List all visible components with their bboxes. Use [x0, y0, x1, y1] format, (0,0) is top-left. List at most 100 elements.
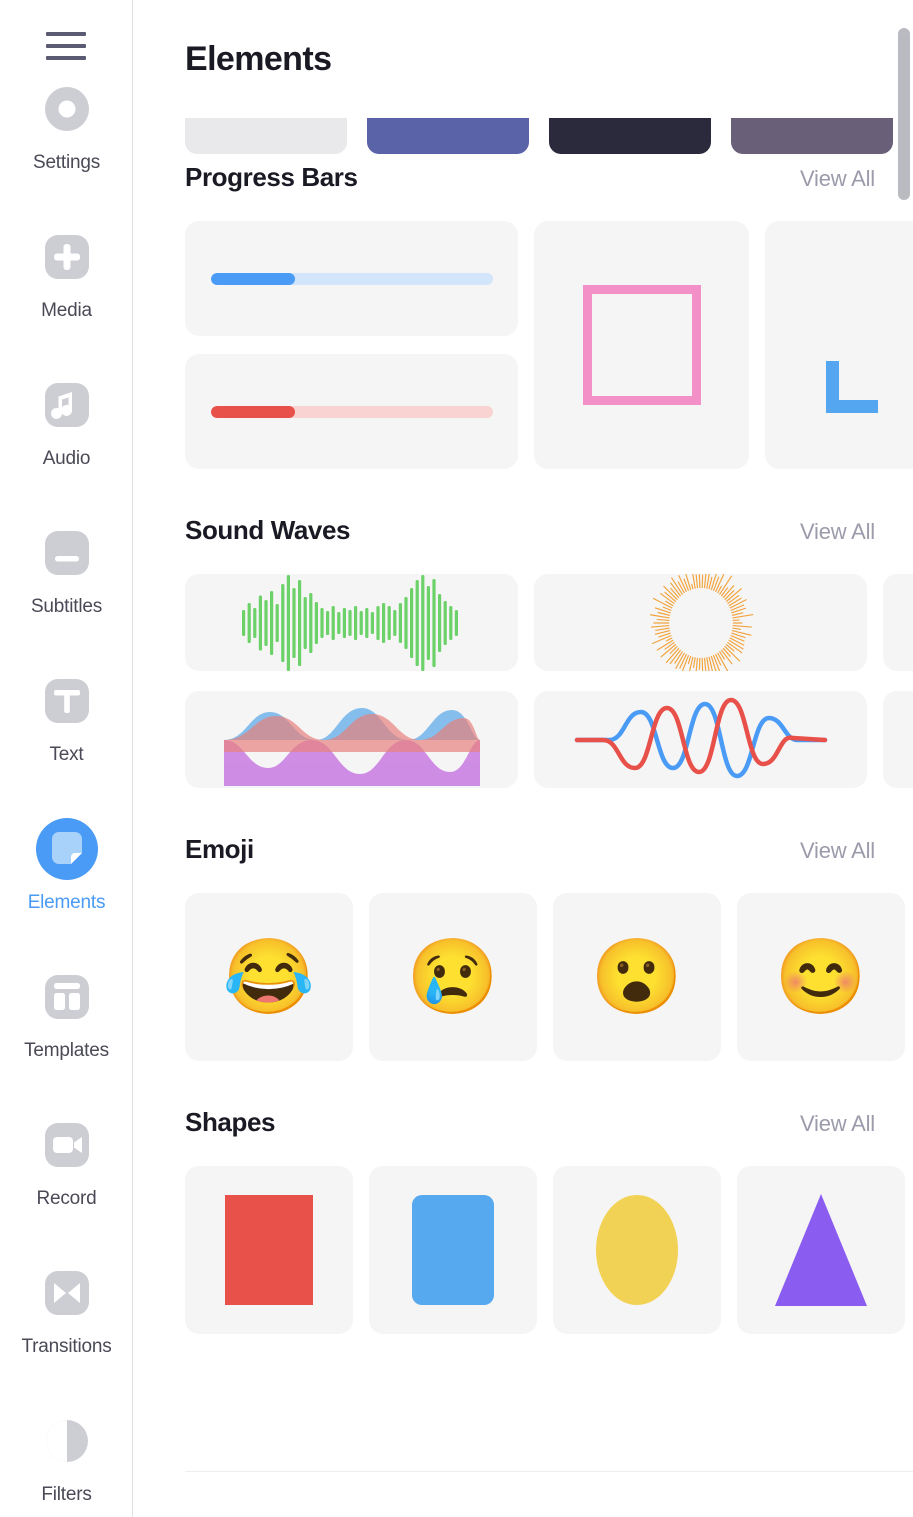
blob-waveform — [223, 707, 480, 786]
section-header-progress: Progress Bars View All — [185, 162, 913, 193]
emoji-smiling-face-blush[interactable]: 😊 — [737, 893, 905, 1061]
page-title: Elements — [185, 39, 332, 78]
section-title-waves: Sound Waves — [185, 515, 351, 545]
view-all-progress[interactable]: View All — [800, 166, 875, 192]
sidebar-item-templates[interactable]: Templates — [0, 948, 132, 1096]
scrollbar-thumb[interactable] — [898, 28, 910, 200]
sidebar-item-label: Templates — [24, 1040, 109, 1061]
triangle-shape — [775, 1194, 867, 1306]
section-header-emoji: Emoji View All — [185, 834, 913, 865]
subtitles-icon — [36, 522, 98, 584]
sidebar-item-record[interactable]: Record — [0, 1096, 132, 1244]
shape-square-red[interactable] — [185, 1166, 353, 1334]
main-panel: Elements Progress Bars View All Sound Wa — [133, 0, 913, 1517]
active-indicator-circle — [35, 818, 98, 880]
sidebar-item-label: Subtitles — [30, 596, 103, 617]
progress-bars-grid — [185, 221, 913, 469]
ellipse-shape — [596, 1195, 678, 1305]
hamburger-menu-icon[interactable] — [46, 32, 86, 60]
emoji-grid: 😂 😢 😮 😊 — [185, 893, 913, 1061]
sidebar-item-media[interactable]: Media — [0, 208, 132, 356]
sidebar-item-settings[interactable]: Settings — [0, 60, 132, 208]
green-bar-waveform — [241, 574, 458, 671]
section-title-shapes: Shapes — [185, 1107, 276, 1137]
sidebar-item-transitions[interactable]: Transitions — [0, 1244, 132, 1392]
shapes-grid — [185, 1166, 913, 1334]
panel-header: Elements — [133, 0, 913, 118]
wave-green-bars[interactable] — [185, 574, 518, 671]
square-shape — [225, 1195, 313, 1305]
circular-waveform — [649, 574, 753, 671]
view-all-shapes[interactable]: View All — [800, 1111, 875, 1137]
section-spacer-2 — [185, 788, 913, 834]
sidebar-item-label: Record — [36, 1188, 97, 1209]
section-emoji: Emoji View All 😂 😢 😮 😊 — [185, 834, 913, 1061]
progress-fill — [210, 272, 296, 285]
photo-thumb-1[interactable] — [185, 118, 347, 154]
sidebar-item-subtitles[interactable]: Subtitles — [0, 504, 132, 652]
templates-grid-icon — [36, 966, 98, 1028]
sidebar-item-audio[interactable]: Audio — [0, 356, 132, 504]
app-root: Settings Media Audio Subtitles Text Elements T… — [0, 0, 913, 1517]
music-note-icon — [36, 374, 98, 436]
photo-thumb-4[interactable] — [731, 118, 893, 154]
hamburger-bar-2 — [46, 44, 86, 48]
progress-frame-pink[interactable] — [534, 221, 749, 469]
emoji-glyph: 😊 — [774, 935, 868, 1018]
section-progress-bars: Progress Bars View All — [185, 162, 913, 469]
emoji-crying-face[interactable]: 😢 — [369, 893, 537, 1061]
settings-gear-icon — [36, 78, 98, 140]
section-title-emoji: Emoji — [185, 834, 254, 864]
wave-red-blue-sine[interactable] — [534, 691, 867, 788]
sidebar-item-label: Media — [41, 300, 92, 321]
sidebar-item-filters[interactable]: Filters — [0, 1392, 132, 1517]
section-shapes: Shapes View All — [185, 1107, 913, 1334]
section-header-shapes: Shapes View All — [185, 1107, 913, 1138]
sidebar-nav-list: Settings Media Audio Subtitles Text Elements T… — [0, 60, 132, 1517]
transitions-bowtie-icon — [36, 1262, 98, 1324]
text-t-icon — [36, 670, 98, 732]
emoji-face-with-tears-of-joy[interactable]: 😂 — [185, 893, 353, 1061]
pink-frame-shape — [582, 285, 701, 405]
progress-bar-blue[interactable] — [185, 221, 518, 336]
progress-bar-red[interactable] — [185, 354, 518, 469]
progress-corner-blue[interactable] — [765, 221, 913, 469]
corner-horizontal — [825, 400, 878, 413]
sound-waves-grid — [185, 574, 913, 788]
emoji-glyph: 😮 — [590, 935, 684, 1018]
rounded-square-shape — [412, 1195, 494, 1305]
photo-thumb-3[interactable] — [549, 118, 711, 154]
progress-track — [210, 405, 493, 418]
shape-circle-yellow[interactable] — [553, 1166, 721, 1334]
sidebar-item-label: Settings — [32, 152, 101, 173]
sidebar-item-label: Transitions — [21, 1336, 112, 1357]
vertical-scrollbar[interactable] — [895, 0, 913, 1517]
sidebar-item-label: Audio — [42, 448, 91, 469]
filters-contrast-icon — [36, 1410, 98, 1472]
sections-scroll-area: Progress Bars View All Sound Waves View … — [133, 162, 913, 1517]
sidebar-item-text[interactable]: Text — [0, 652, 132, 800]
sidebar-item-label: Elements — [27, 892, 106, 913]
section-spacer-3 — [185, 1061, 913, 1107]
emoji-glyph: 😂 — [222, 935, 316, 1018]
view-all-emoji[interactable]: View All — [800, 838, 875, 864]
wave-blue-purple-blob[interactable] — [185, 691, 518, 788]
shape-rounded-blue[interactable] — [369, 1166, 537, 1334]
section-title-progress: Progress Bars — [185, 162, 358, 192]
video-camera-icon — [36, 1114, 98, 1176]
sidebar-item-elements[interactable]: Elements — [0, 800, 132, 948]
plus-media-icon — [36, 226, 98, 288]
section-header-waves: Sound Waves View All — [185, 515, 913, 546]
wave-orange-circular[interactable] — [534, 574, 867, 671]
sidebar-item-label: Filters — [41, 1484, 92, 1505]
shape-triangle-purple[interactable] — [737, 1166, 905, 1334]
elements-sticker-icon — [35, 818, 98, 880]
sidebar-item-label: Text — [49, 744, 84, 765]
emoji-glyph: 😢 — [406, 935, 500, 1018]
sine-waveform — [574, 697, 827, 778]
progress-track — [210, 272, 493, 285]
view-all-waves[interactable]: View All — [800, 519, 875, 545]
emoji-face-with-open-mouth[interactable]: 😮 — [553, 893, 721, 1061]
photo-thumb-2[interactable] — [367, 118, 529, 154]
animated-stickers-bar: Animated Stickers Powered by GIPHY Searc… — [185, 1471, 913, 1517]
